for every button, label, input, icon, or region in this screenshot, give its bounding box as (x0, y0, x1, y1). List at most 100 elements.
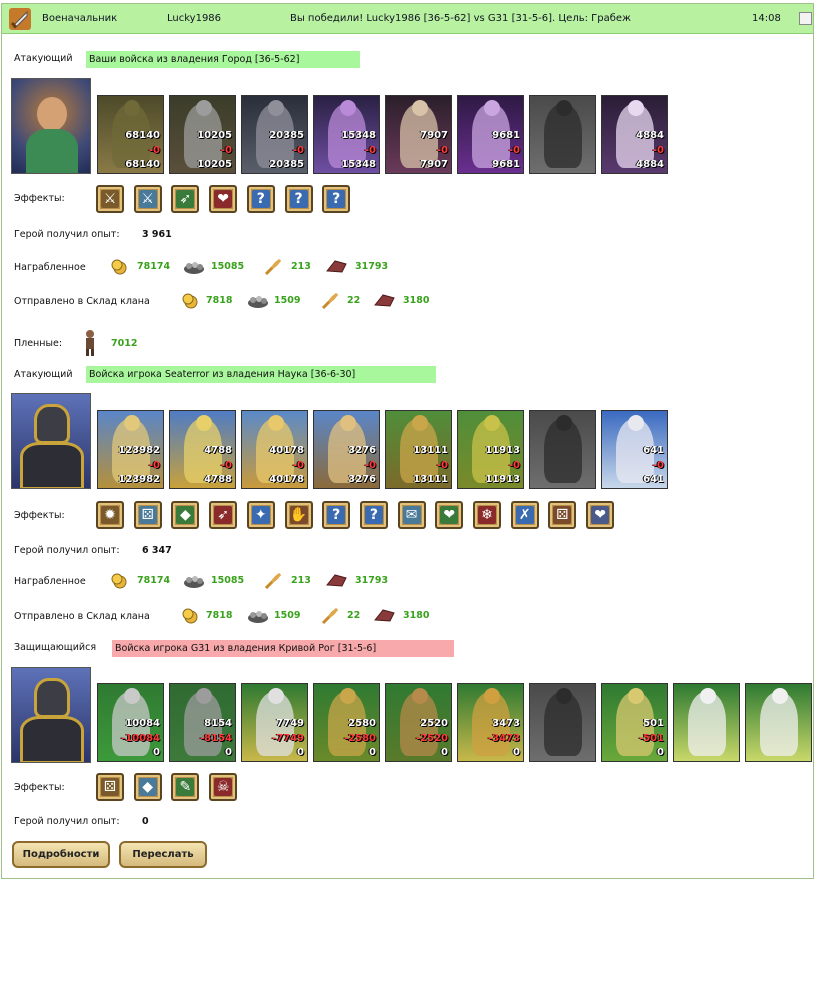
army2-exp-value: 6 347 (142, 545, 172, 556)
effect-glyph: ✗ (515, 506, 534, 524)
effect-icon[interactable]: ☠ (209, 773, 238, 801)
effect-icon[interactable]: ❤ (586, 501, 615, 529)
header-message: Вы победили! Lucky1986 [36-5-62] vs G31 … (290, 13, 632, 24)
unit-slot[interactable]: 15348 -0 15348 (313, 95, 380, 174)
unit-slot[interactable] (529, 410, 596, 489)
unit-remaining: 11913 (485, 474, 520, 485)
unknown-effect-icon[interactable]: ? (322, 501, 351, 529)
sword-icon (9, 8, 31, 30)
effect-icon[interactable]: ◆ (171, 501, 200, 529)
unit-slot[interactable]: 7749 -7749 0 (241, 683, 308, 762)
unit-slot[interactable]: 11913 -0 11913 (457, 410, 524, 489)
army1-banner: Ваши войска из владения Город [36-5-62] (86, 51, 360, 68)
header-player[interactable]: Lucky1986 (167, 13, 221, 24)
defender-hero-portrait[interactable] (11, 667, 91, 763)
unit-slot[interactable]: 13111 -0 13111 (385, 410, 452, 489)
unit-slot[interactable]: 2520 -2520 0 (385, 683, 452, 762)
unit-slot[interactable]: 10084 -10084 0 (97, 683, 164, 762)
unit-slot[interactable]: 4884 -0 4884 (601, 95, 668, 174)
unknown-effect-icon[interactable]: ? (359, 501, 388, 529)
unit-slot[interactable] (745, 683, 812, 762)
wheat-icon (321, 607, 339, 624)
effect-glyph: ? (251, 190, 270, 208)
unit-slot[interactable]: 10205 -0 10205 (169, 95, 236, 174)
effect-glyph: ? (364, 506, 383, 524)
unit-slot[interactable]: 3473 -3473 0 (457, 683, 524, 762)
effect-icon[interactable]: ❄ (473, 501, 501, 529)
unit-remaining: 0 (369, 747, 376, 758)
report-header: Военачальник Lucky1986 Вы победили! Luck… (2, 4, 813, 34)
unit-count: 68140 (125, 130, 160, 141)
unit-slot[interactable] (529, 683, 596, 762)
effect-icon[interactable]: ⚄ (133, 501, 162, 529)
gold-icon (111, 573, 127, 589)
army1-hero-portrait[interactable] (11, 78, 91, 174)
unit-remaining: 3276 (348, 474, 376, 485)
forward-button[interactable]: Переслать (119, 841, 207, 868)
unit-count: 501 (643, 718, 664, 729)
unit-head (412, 415, 428, 431)
unit-slot[interactable]: 9681 -0 9681 (457, 95, 524, 174)
effect-icon[interactable]: ⚄ (96, 773, 124, 801)
unit-head (340, 415, 356, 431)
effect-icon[interactable]: ⚄ (548, 501, 577, 529)
effect-icon[interactable]: ✗ (510, 501, 539, 529)
unit-losses: -0 (508, 460, 520, 471)
unit-slot[interactable]: 40178 -0 40178 (241, 410, 308, 489)
unit-remaining: 4884 (636, 159, 664, 170)
effect-icon[interactable]: ✎ (171, 773, 200, 801)
unit-losses: -2580 (344, 733, 376, 744)
gold-icon (111, 259, 127, 275)
unknown-effect-icon[interactable]: ? (284, 185, 313, 213)
effect-glyph: ❤ (214, 190, 233, 208)
details-button[interactable]: Подробности (12, 841, 110, 868)
unknown-effect-icon[interactable]: ? (246, 185, 275, 213)
unit-slot[interactable]: 20385 -0 20385 (241, 95, 308, 174)
clan-wheat-value: 22 (347, 295, 361, 306)
effect-icon[interactable]: ◆ (133, 773, 162, 801)
unit-count: 20385 (269, 130, 304, 141)
effect-glyph: ⚔ (101, 190, 119, 208)
effect-icon[interactable]: ➶ (171, 185, 200, 213)
effect-icon[interactable]: ⚔ (133, 185, 162, 213)
unit-losses: -501 (638, 733, 664, 744)
unknown-effect-icon[interactable]: ? (322, 185, 351, 213)
effect-icon[interactable]: ✋ (284, 501, 313, 529)
unit-slot[interactable]: 501 -501 0 (601, 683, 668, 762)
effect-icon[interactable]: ✦ (246, 501, 275, 529)
effect-glyph: ➶ (214, 506, 233, 524)
unit-head (412, 100, 428, 116)
unit-remaining: 68140 (125, 159, 160, 170)
unit-slot[interactable]: 68140 -0 68140 (97, 95, 164, 174)
unit-head (700, 688, 716, 704)
clan-ore-value: 1509 (274, 295, 301, 306)
close-checkbox[interactable] (799, 12, 812, 25)
unit-slot[interactable]: 4788 -0 4788 (169, 410, 236, 489)
loot-wheat-value: 213 (291, 575, 311, 586)
unit-head (268, 688, 284, 704)
unit-slot[interactable]: 641 -0 641 (601, 410, 668, 489)
effect-icon[interactable]: ❤ (435, 501, 464, 529)
unit-slot[interactable]: 2580 -2580 0 (313, 683, 380, 762)
unit-slot[interactable] (673, 683, 740, 762)
effect-icon[interactable]: ➶ (209, 501, 238, 529)
unit-slot[interactable]: 123982 -0 123982 (97, 410, 164, 489)
effect-glyph: ? (327, 506, 346, 524)
unit-count: 10205 (197, 130, 232, 141)
unit-head (556, 415, 572, 431)
unit-slot[interactable]: 8154 -8154 0 (169, 683, 236, 762)
army2-hero-portrait[interactable] (11, 393, 91, 489)
effect-icon[interactable]: ❤ (209, 185, 238, 213)
unit-head (340, 100, 356, 116)
unit-count: 2580 (348, 718, 376, 729)
unit-slot[interactable]: 3276 -0 3276 (313, 410, 380, 489)
unit-remaining: 9681 (492, 159, 520, 170)
unit-head (268, 100, 284, 116)
effect-icon[interactable]: ✹ (96, 501, 124, 529)
effect-icon[interactable]: ⚔ (96, 185, 124, 213)
unit-slot[interactable]: 7907 -0 7907 (385, 95, 452, 174)
unit-slot[interactable] (529, 95, 596, 174)
unit-losses: -0 (652, 145, 664, 156)
unit-losses: -0 (436, 145, 448, 156)
effect-icon[interactable]: ✉ (397, 501, 426, 529)
